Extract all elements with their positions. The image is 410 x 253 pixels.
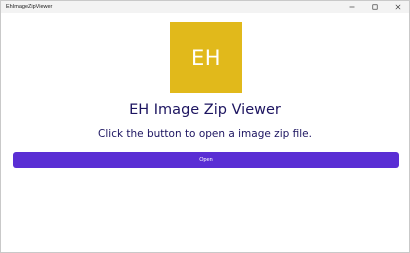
- close-button[interactable]: [386, 1, 409, 13]
- open-button[interactable]: Open: [13, 152, 399, 168]
- minimize-icon: [349, 6, 354, 8]
- app-title: EH Image Zip Viewer: [129, 102, 281, 118]
- app-logo: EH: [170, 22, 242, 93]
- app-window: EhImageZipViewer EH EH Image Zip Viewer …: [0, 0, 410, 253]
- close-icon: [395, 4, 400, 10]
- maximize-button[interactable]: [363, 1, 386, 13]
- instruction-text: Click the button to open a image zip fil…: [98, 128, 312, 140]
- caption-buttons: [340, 1, 409, 13]
- maximize-icon: [372, 4, 378, 10]
- logo-text: EH: [190, 45, 222, 70]
- minimize-button[interactable]: [340, 1, 363, 13]
- window-title: EhImageZipViewer: [6, 4, 53, 10]
- title-bar[interactable]: EhImageZipViewer: [1, 1, 409, 13]
